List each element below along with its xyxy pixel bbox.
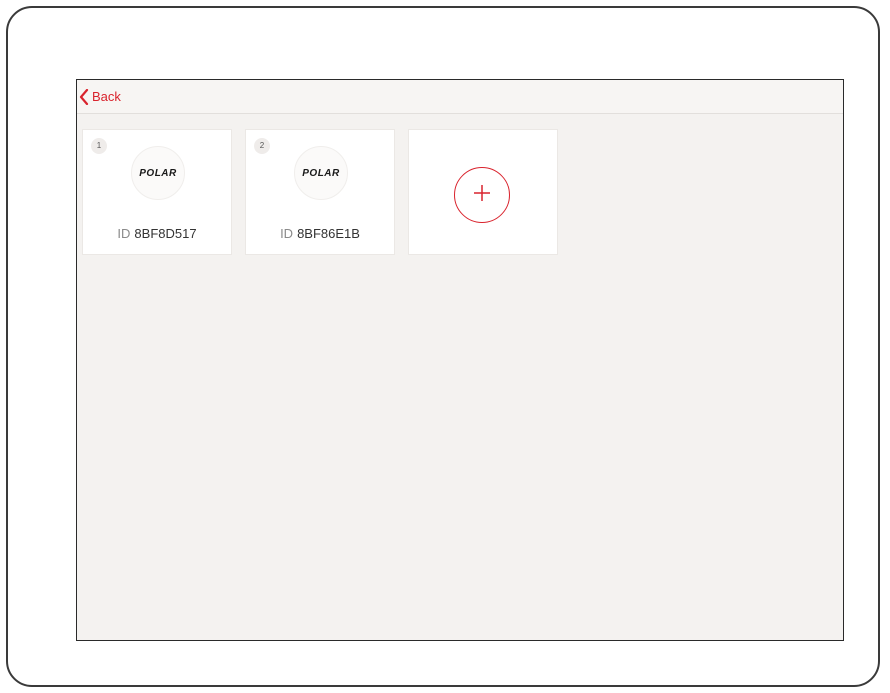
sensor-number-badge: 2 bbox=[254, 138, 270, 154]
sensor-card-1[interactable]: 1 POLAR ID 8BF8D517 bbox=[82, 129, 232, 255]
sensor-list: 1 POLAR ID 8BF8D517 2 POLAR ID 8BF86E1B bbox=[82, 129, 558, 255]
sensor-id-prefix: ID bbox=[280, 226, 294, 241]
add-sensor-button[interactable] bbox=[454, 167, 510, 223]
sensor-id-value: 8BF86E1B bbox=[297, 226, 360, 241]
sensor-number-badge: 1 bbox=[91, 138, 107, 154]
back-label: Back bbox=[92, 89, 121, 104]
chevron-left-icon bbox=[79, 88, 89, 106]
add-sensor-card[interactable] bbox=[408, 129, 558, 255]
sensor-id-value: 8BF8D517 bbox=[134, 226, 197, 241]
polar-logo-text: POLAR bbox=[302, 167, 340, 179]
sensor-card-2[interactable]: 2 POLAR ID 8BF86E1B bbox=[245, 129, 395, 255]
navigation-bar: Back bbox=[77, 80, 843, 114]
sensor-id: ID 8BF86E1B bbox=[246, 226, 394, 241]
sensor-id-prefix: ID bbox=[117, 226, 131, 241]
back-button[interactable]: Back bbox=[79, 88, 121, 106]
polar-logo: POLAR bbox=[294, 146, 348, 200]
polar-logo-text: POLAR bbox=[139, 167, 177, 179]
app-screen: Back 1 POLAR ID 8BF8D517 2 POLAR ID 8BF86E bbox=[76, 79, 844, 641]
sensor-id: ID 8BF8D517 bbox=[83, 226, 231, 241]
plus-icon bbox=[471, 182, 493, 209]
polar-logo: POLAR bbox=[131, 146, 185, 200]
tablet-frame: Back 1 POLAR ID 8BF8D517 2 POLAR ID 8BF86E bbox=[6, 6, 880, 687]
